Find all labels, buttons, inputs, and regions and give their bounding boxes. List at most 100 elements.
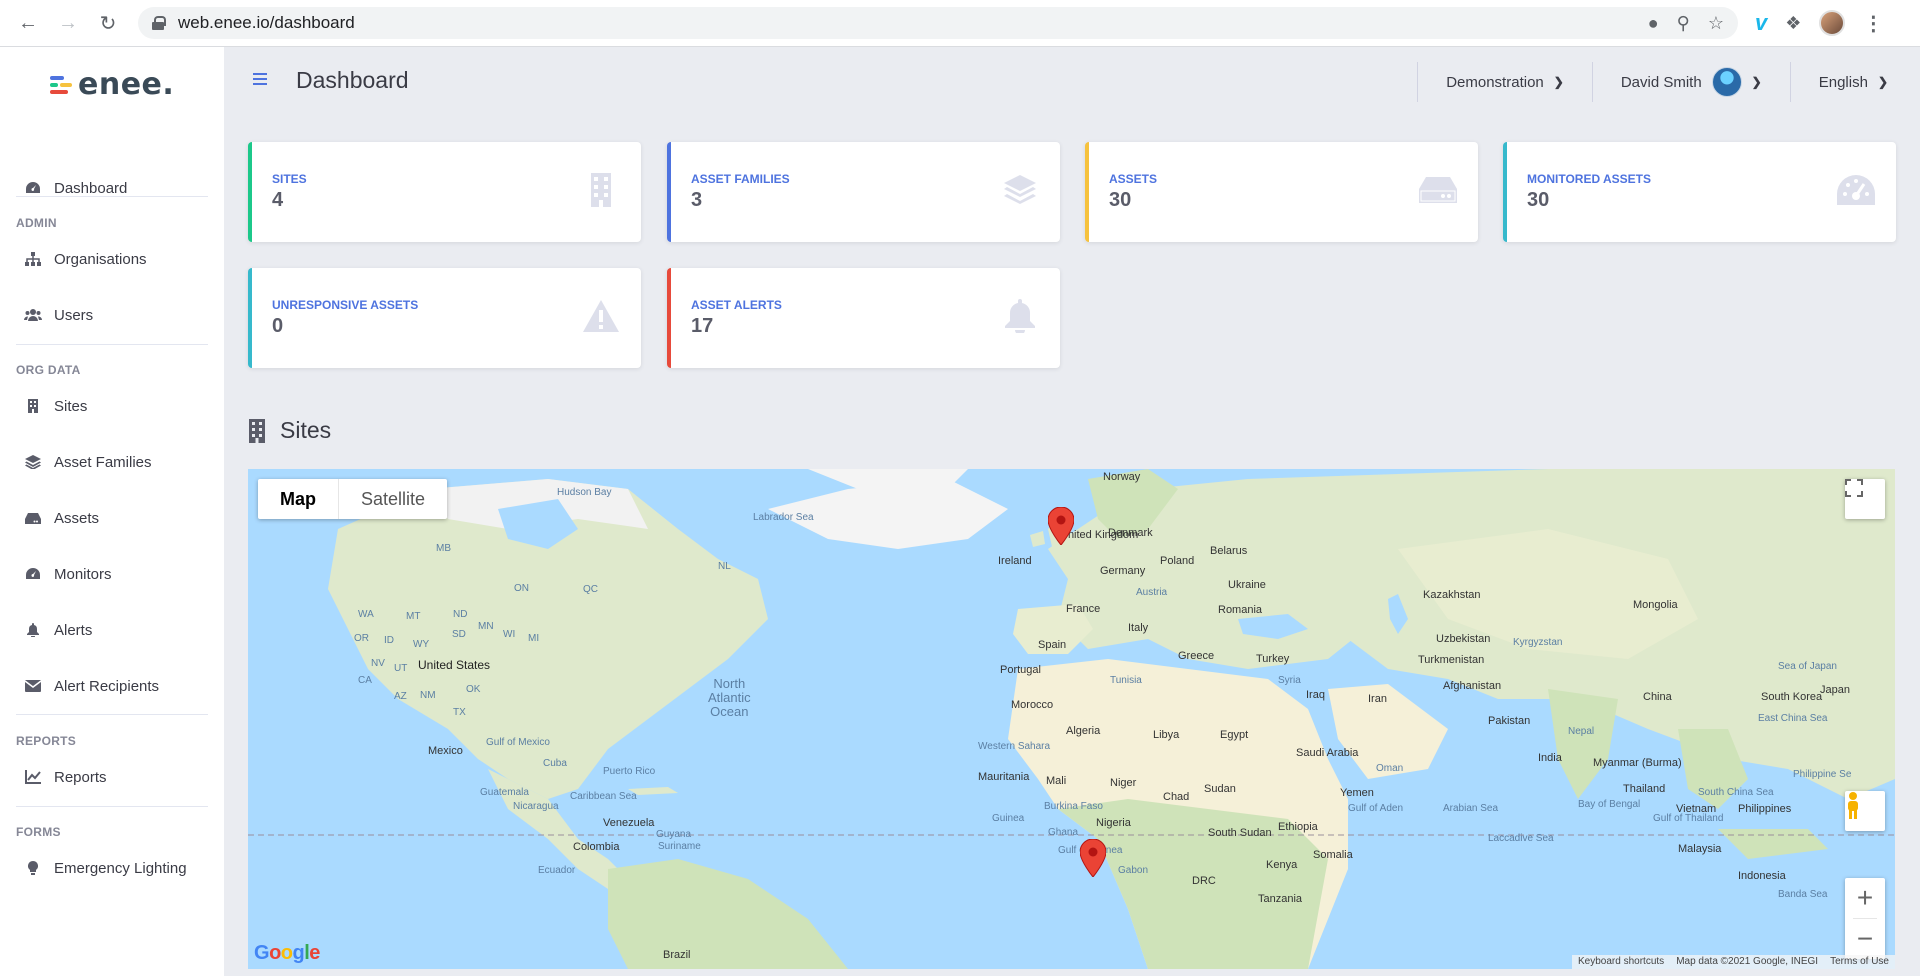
- layers-icon: [1000, 172, 1040, 208]
- map-label-id: ID: [384, 635, 394, 646]
- forward-icon[interactable]: →: [48, 3, 88, 43]
- map-label-colombia: Colombia: [573, 841, 620, 853]
- bookmark-star-icon[interactable]: ☆: [1708, 13, 1724, 34]
- organisation-selector[interactable]: Demonstration ❯: [1418, 62, 1592, 102]
- map-label-somalia: Somalia: [1313, 849, 1353, 861]
- map-type-satellite-button[interactable]: Satellite: [339, 479, 447, 519]
- zoom-in-icon[interactable]: +: [1845, 878, 1885, 918]
- vimeo-extension-icon[interactable]: v: [1755, 10, 1767, 36]
- sidebar-item-sites[interactable]: Sites: [0, 386, 224, 426]
- stat-card-sites[interactable]: SITES 4: [248, 142, 641, 242]
- sidebar-item-assets[interactable]: Assets: [0, 498, 224, 538]
- sites-map[interactable]: Hudson Bay Labrador Sea Norway United Kingd…: [248, 469, 1895, 969]
- map-marker-nigeria[interactable]: [1080, 839, 1106, 877]
- location-icon[interactable]: ●: [1648, 13, 1659, 34]
- sidebar-item-organisations[interactable]: Organisations: [0, 239, 224, 279]
- map-label-malaysia: Malaysia: [1678, 843, 1722, 855]
- back-icon[interactable]: ←: [8, 3, 48, 43]
- map-label-guinea: Guinea: [992, 813, 1025, 824]
- map-label-suriname: Suriname: [658, 841, 701, 852]
- zoom-control: + −: [1845, 878, 1885, 959]
- page-title: Dashboard: [296, 67, 409, 93]
- sidebar-divider: [16, 196, 208, 197]
- map-label-nigeria: Nigeria: [1096, 817, 1131, 829]
- stat-card-asset-alerts[interactable]: ASSET ALERTS 17: [667, 268, 1060, 368]
- fullscreen-icon[interactable]: [1845, 479, 1885, 519]
- reload-icon[interactable]: ↻: [88, 3, 128, 43]
- sidebar-item-label: Reports: [54, 768, 107, 786]
- chevron-right-icon: ❯: [1751, 75, 1762, 89]
- hamburger-menu-icon[interactable]: [253, 73, 267, 85]
- sidebar-item-reports[interactable]: Reports: [0, 757, 224, 797]
- map-label-western-sahara: Western Sahara: [978, 741, 1051, 752]
- map-label-east-china-sea: East China Sea: [1758, 713, 1828, 724]
- stat-card-unresponsive-assets[interactable]: UNRESPONSIVE ASSETS 0: [248, 268, 641, 368]
- sidebar-item-label: Alerts: [54, 621, 93, 639]
- map-label-mb: MB: [436, 543, 451, 554]
- map-label-gabon: Gabon: [1118, 865, 1149, 876]
- stat-card-assets[interactable]: ASSETS 30: [1085, 142, 1478, 242]
- map-label-ecuador: Ecuador: [538, 865, 576, 876]
- gauge-icon: [1836, 172, 1876, 208]
- stat-card-monitored-assets[interactable]: MONITORED ASSETS 30: [1503, 142, 1896, 242]
- map-label-ukraine: Ukraine: [1228, 579, 1266, 591]
- keyboard-shortcuts-link[interactable]: Keyboard shortcuts: [1572, 955, 1670, 969]
- sidebar-heading-reports: REPORTS: [16, 734, 77, 748]
- sidebar-item-alerts[interactable]: Alerts: [0, 610, 224, 650]
- enee-logo[interactable]: enee.: [50, 67, 174, 102]
- sidebar-item-dashboard[interactable]: Dashboard: [0, 168, 224, 208]
- map-label-germany: Germany: [1100, 565, 1146, 577]
- url-text[interactable]: web.enee.io/dashboard: [178, 13, 355, 33]
- zoom-out-icon[interactable]: −: [1845, 919, 1885, 959]
- map-label-nd: ND: [453, 609, 468, 620]
- map-label-philippines: Philippines: [1738, 803, 1792, 815]
- zoom-icon[interactable]: ⚲: [1677, 13, 1690, 34]
- user-menu[interactable]: David Smith ❯: [1593, 62, 1790, 102]
- map-label-drc: DRC: [1192, 875, 1216, 887]
- map-label-romania: Romania: [1218, 604, 1263, 616]
- map-label-arabian-sea: Arabian Sea: [1443, 803, 1499, 814]
- map-type-map-button[interactable]: Map: [258, 479, 339, 519]
- map-label-saudi-arabia: Saudi Arabia: [1296, 747, 1359, 759]
- sitemap-icon: [24, 251, 42, 267]
- address-bar[interactable]: web.enee.io/dashboard ● ⚲ ☆: [138, 7, 1738, 39]
- map-label-nicaragua: Nicaragua: [513, 801, 559, 812]
- map-marker-uk[interactable]: [1048, 507, 1074, 545]
- map-label-brazil: Brazil: [663, 949, 691, 961]
- stat-card-asset-families[interactable]: ASSET FAMILIES 3: [667, 142, 1060, 242]
- map-label-az: AZ: [394, 691, 407, 702]
- map-label-puerto-rico: Puerto Rico: [603, 766, 656, 777]
- sidebar-item-asset-families[interactable]: Asset Families: [0, 442, 224, 482]
- terms-of-use-link[interactable]: Terms of Use: [1824, 955, 1895, 969]
- map-label-nl: NL: [718, 561, 731, 572]
- bell-icon: [1000, 298, 1040, 334]
- map-label-nm: NM: [420, 690, 436, 701]
- map-label-mali: Mali: [1046, 775, 1067, 787]
- sidebar-item-monitors[interactable]: Monitors: [0, 554, 224, 594]
- bell-icon: [24, 622, 42, 638]
- map-label-poland: Poland: [1160, 555, 1195, 567]
- map-label-laccadive-sea: Laccadive Sea: [1488, 833, 1554, 844]
- stat-card-label: ASSET ALERTS: [691, 298, 782, 312]
- sidebar-item-label: Dashboard: [54, 179, 128, 197]
- map-label-morocco: Morocco: [1011, 699, 1054, 711]
- logo-mark-icon: [50, 74, 74, 96]
- map-label-tanzania: Tanzania: [1258, 893, 1303, 905]
- map-label-guatemala: Guatemala: [480, 787, 529, 798]
- sidebar-item-users[interactable]: Users: [0, 295, 224, 335]
- map-label-chad: Chad: [1163, 791, 1190, 803]
- sidebar-item-emergency-lighting[interactable]: Emergency Lighting: [0, 848, 224, 888]
- google-logo[interactable]: Google: [254, 942, 320, 965]
- map-label-ok: OK: [466, 684, 481, 695]
- extensions-puzzle-icon[interactable]: ❖: [1785, 13, 1801, 34]
- map-label-iran: Iran: [1368, 693, 1387, 705]
- browser-profile-avatar[interactable]: [1819, 10, 1846, 36]
- map-label-north-atlantic: North Atlantic Ocean: [708, 676, 751, 719]
- sidebar-item-alert-recipients[interactable]: Alert Recipients: [0, 666, 224, 706]
- pegman-street-view-icon[interactable]: [1845, 791, 1885, 831]
- map-type-toggle: Map Satellite: [258, 479, 448, 519]
- map-label-banda-sea: Banda Sea: [1778, 889, 1828, 900]
- map-label-south-korea: South Korea: [1761, 691, 1823, 703]
- language-selector[interactable]: English ❯: [1791, 62, 1920, 102]
- browser-menu-icon[interactable]: ⋮: [1863, 11, 1883, 36]
